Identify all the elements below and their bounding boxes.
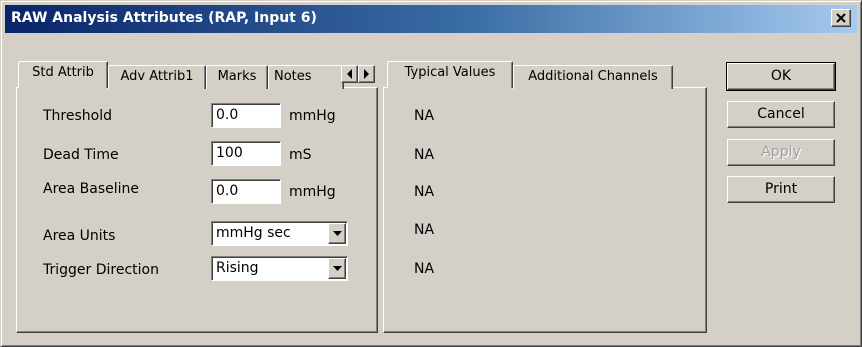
tab-marks[interactable]: Marks <box>206 65 268 89</box>
area-baseline-field[interactable]: 0.0 <box>211 179 281 204</box>
tab-std-attrib[interactable]: Std Attrib <box>18 61 108 88</box>
tab-label: Typical Values <box>404 65 496 80</box>
trigger-direction-value: Rising <box>216 260 259 276</box>
typical-value-trigger-direction: NA <box>414 261 435 277</box>
close-button[interactable] <box>831 9 851 27</box>
threshold-unit: mmHg <box>289 108 336 124</box>
tab-typical-values[interactable]: Typical Values <box>387 61 513 88</box>
trigger-direction-select[interactable]: Rising <box>211 256 348 281</box>
window-title: RAW Analysis Attributes (RAP, Input 6) <box>11 10 317 26</box>
area-units-label: Area Units <box>43 228 116 244</box>
tab-scroll-right-button[interactable] <box>358 65 375 83</box>
triangle-left-icon <box>347 69 352 79</box>
dialog-window: RAW Analysis Attributes (RAP, Input 6) S… <box>0 0 862 347</box>
tab-notes[interactable]: Notes <box>268 65 344 89</box>
tab-adv-attrib1[interactable]: Adv Attrib1 <box>108 65 206 89</box>
typical-value-area-units: NA <box>414 222 435 238</box>
typical-value-threshold: NA <box>414 108 435 124</box>
tab-label: Std Attrib <box>32 65 94 80</box>
area-baseline-label: Area Baseline <box>43 181 140 197</box>
area-units-value: mmHg sec <box>216 225 291 241</box>
tab-label: Marks <box>217 69 257 84</box>
tab-label: Notes <box>274 69 312 84</box>
typical-value-area-baseline: NA <box>414 184 435 200</box>
area-units-dropdown-button[interactable] <box>328 223 346 244</box>
typical-value-dead-time: NA <box>414 147 435 163</box>
area-units-select[interactable]: mmHg sec <box>211 221 348 246</box>
triangle-right-icon <box>364 69 369 79</box>
area-baseline-unit: mmHg <box>289 184 336 200</box>
apply-button[interactable]: Apply <box>727 139 835 166</box>
cancel-button[interactable]: Cancel <box>727 101 835 128</box>
title-bar[interactable]: RAW Analysis Attributes (RAP, Input 6) <box>5 5 857 33</box>
print-button[interactable]: Print <box>727 176 835 203</box>
tab-label: Adv Attrib1 <box>120 69 194 84</box>
threshold-field[interactable]: 0.0 <box>211 103 281 128</box>
trigger-direction-dropdown-button[interactable] <box>328 258 346 279</box>
chevron-down-icon <box>333 266 342 271</box>
dead-time-unit: mS <box>289 147 312 163</box>
chevron-down-icon <box>333 231 342 236</box>
close-icon <box>836 13 846 23</box>
threshold-label: Threshold <box>43 108 112 124</box>
tab-label: Additional Channels <box>528 69 658 84</box>
tab-scroll-left-button[interactable] <box>341 65 358 83</box>
dead-time-label: Dead Time <box>43 147 119 163</box>
trigger-direction-label: Trigger Direction <box>43 262 159 278</box>
ok-button[interactable]: OK <box>726 62 836 91</box>
dead-time-field[interactable]: 100 <box>211 141 281 166</box>
tab-additional-channels[interactable]: Additional Channels <box>513 65 673 89</box>
